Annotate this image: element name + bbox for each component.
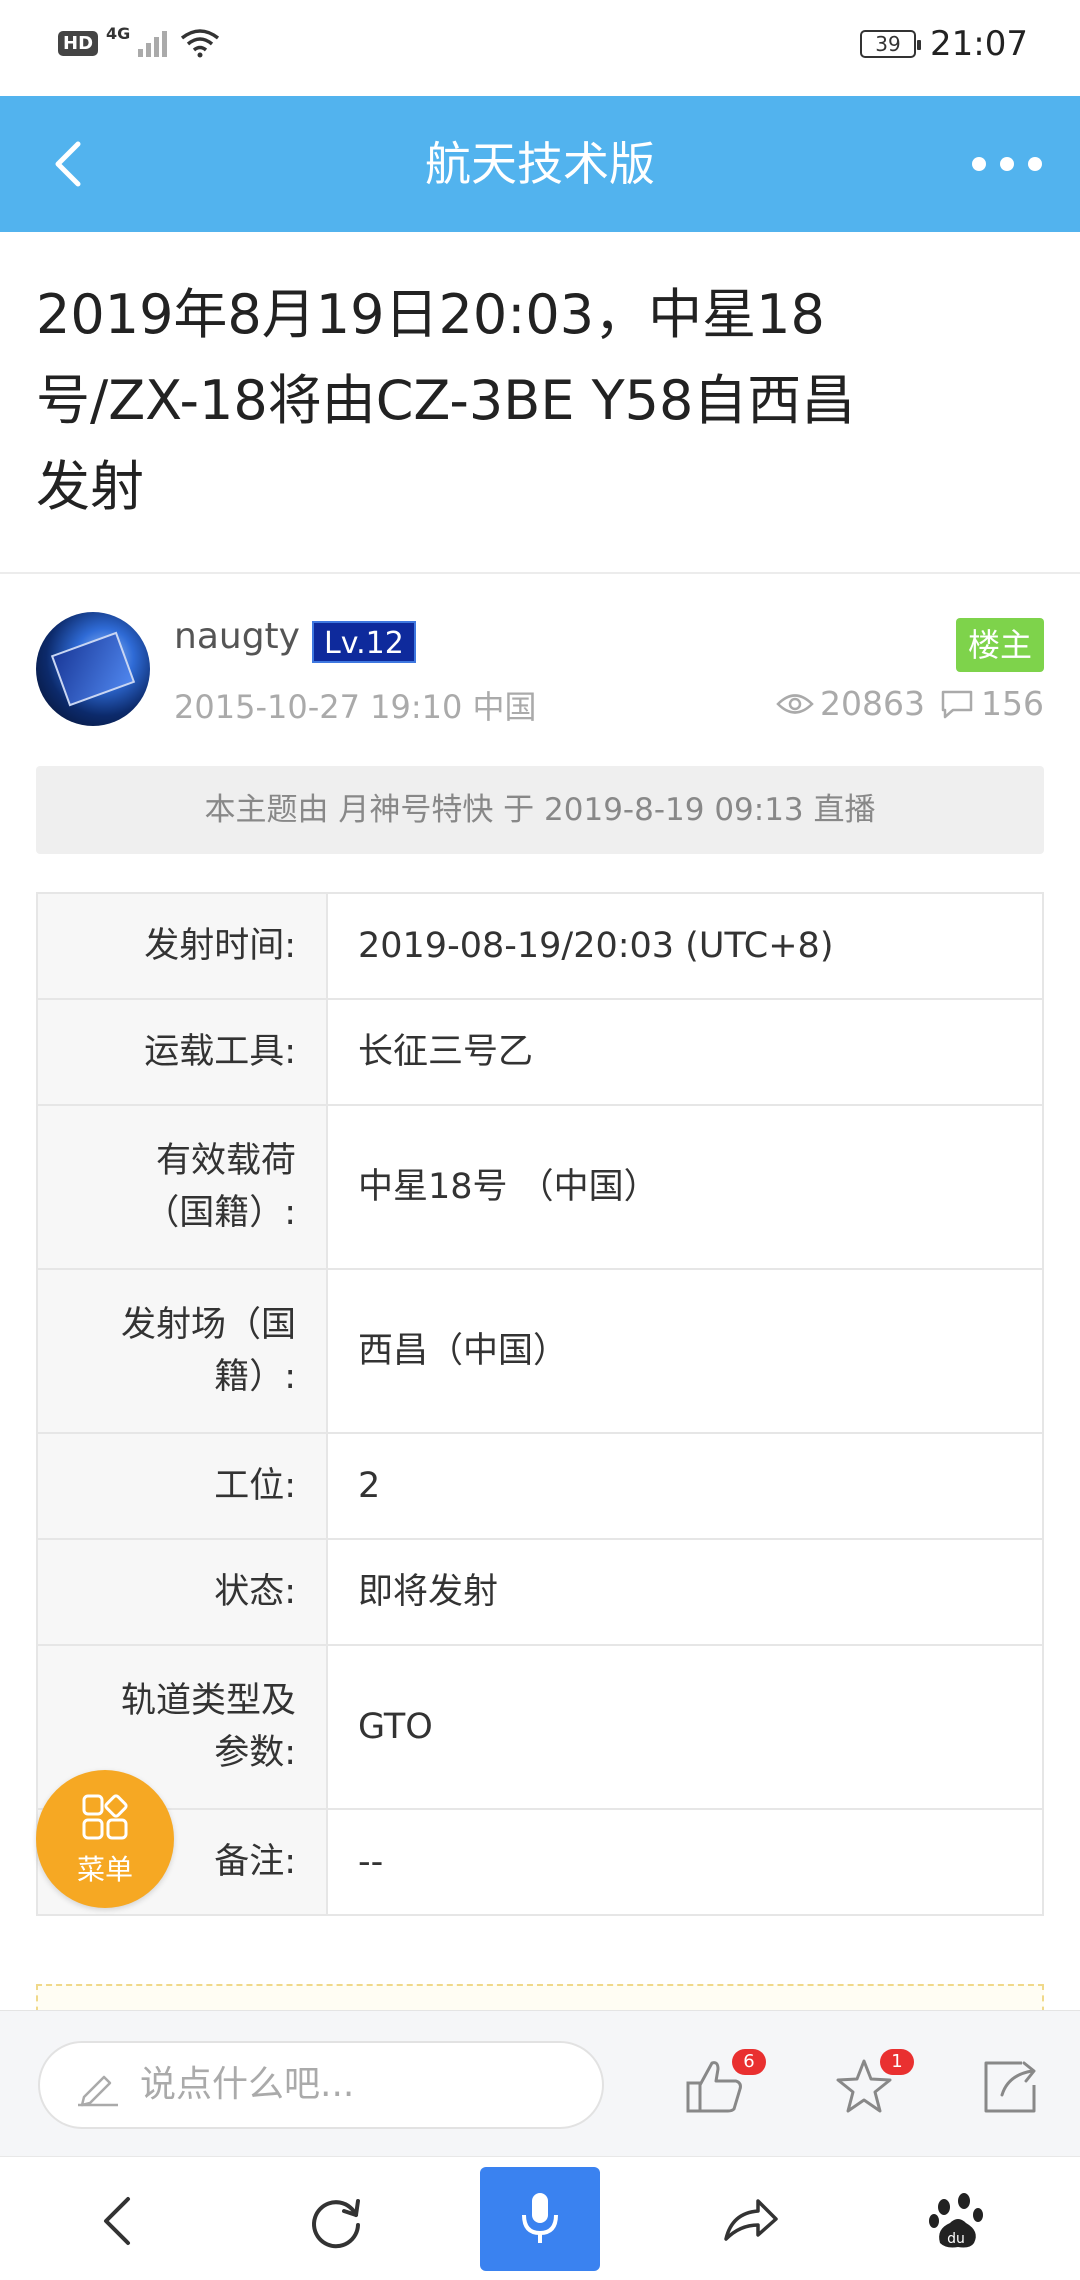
share-button[interactable] [978, 2055, 1042, 2119]
table-key: 发射场（国 籍）: [36, 1268, 328, 1434]
network-type: 4G [106, 23, 131, 43]
forward-arrow-icon [724, 2199, 778, 2241]
table-row: 轨道类型及 参数: GTO [36, 1644, 1044, 1810]
menu-fab[interactable]: 菜单 [36, 1770, 174, 1908]
post-meta: 2015-10-27 19:10 中国 [174, 682, 537, 728]
post-location: 中国 [472, 688, 537, 726]
comment-bar: 说点什么吧... 6 1 [0, 2010, 1080, 2156]
post-title-line: 发射 [36, 455, 144, 518]
comment-icon [941, 690, 973, 718]
views-stat: 20863 [776, 684, 925, 723]
post-title: 2019年8月19日20:03，中星18 号/ZX-18将由CZ-3BE Y58… [36, 272, 1046, 530]
like-count-badge: 6 [732, 2049, 766, 2075]
refresh-icon [312, 2199, 360, 2249]
signal-icon [138, 31, 168, 57]
microphone-icon [522, 2193, 558, 2243]
replies-count: 156 [981, 684, 1044, 723]
op-badge: 楼主 [955, 618, 1044, 672]
table-row: 有效载荷 （国籍）: 中星18号 （中国） [36, 1104, 1044, 1270]
table-row: 运载工具: 长征三号乙 [36, 998, 1044, 1106]
avatar[interactable] [36, 612, 150, 726]
menu-fab-label: 菜单 [76, 1853, 133, 1886]
refresh-button[interactable] [304, 2189, 368, 2253]
live-notice: 本主题由 月神号特快 于 2019-8-19 09:13 直播 [36, 766, 1044, 854]
wifi-icon [181, 29, 220, 58]
table-row: 备注: -- [36, 1808, 1044, 1916]
battery-icon: 39 [860, 30, 922, 58]
table-row: 发射时间: 2019-08-19/20:03 (UTC+8) [36, 892, 1044, 1000]
favorite-count-badge: 1 [880, 2049, 914, 2075]
browser-back-button[interactable] [88, 2189, 152, 2253]
replies-stat: 156 [939, 684, 1044, 723]
post-title-line: 2019年8月19日20:03，中星18 [36, 283, 825, 346]
level-badge: Lv.12 [312, 621, 416, 663]
like-button[interactable]: 6 [684, 2049, 766, 2119]
table-value: 即将发射 [326, 1538, 1044, 1646]
app-header: 航天技术版 [0, 96, 1080, 232]
status-right: 39 21:07 [860, 24, 1028, 64]
more-dot [1028, 157, 1042, 171]
more-button[interactable] [972, 142, 1042, 186]
chevron-left-icon [104, 2197, 130, 2245]
forward-share-button[interactable] [718, 2189, 782, 2253]
baidu-paw-icon: du [929, 2193, 983, 2248]
table-key: 发射时间: [36, 892, 328, 1000]
voice-search-button[interactable] [480, 2167, 600, 2271]
grid-menu-icon [82, 1794, 128, 1840]
eye-icon [776, 693, 814, 714]
more-dot [1000, 157, 1014, 171]
hd-indicator: HD [58, 30, 99, 56]
more-dot [972, 157, 986, 171]
favorite-button[interactable]: 1 [832, 2049, 914, 2119]
avatar-satellite-image [50, 631, 136, 707]
table-key: 工位: [36, 1432, 328, 1540]
table-value: 2019-08-19/20:03 (UTC+8) [326, 892, 1044, 1000]
comment-placeholder: 说点什么吧... [140, 2064, 355, 2105]
post-title-line: 号/ZX-18将由CZ-3BE Y58自西昌 [36, 369, 856, 432]
table-row: 状态: 即将发射 [36, 1538, 1044, 1646]
table-row: 工位: 2 [36, 1432, 1044, 1540]
browser-nav-bar: du [0, 2156, 1080, 2280]
table-value: 长征三号乙 [326, 998, 1044, 1106]
table-value: -- [326, 1808, 1044, 1916]
baidu-button[interactable]: du [926, 2189, 990, 2253]
post-stats: 20863 156 [776, 684, 1044, 723]
table-row: 发射场（国 籍）: 西昌（中国） [36, 1268, 1044, 1434]
launch-info-table: 发射时间: 2019-08-19/20:03 (UTC+8) 运载工具: 长征三… [36, 892, 1044, 1916]
clock: 21:07 [930, 24, 1028, 64]
table-key: 状态: [36, 1538, 328, 1646]
post-date: 2015-10-27 19:10 [174, 688, 463, 726]
pencil-icon [78, 2075, 118, 2107]
status-left: HD 4G [58, 24, 220, 58]
views-count: 20863 [820, 684, 925, 723]
status-bar: HD 4G 39 21:07 [0, 0, 1080, 96]
comment-input[interactable]: 说点什么吧... [38, 2041, 604, 2129]
table-value: 2 [326, 1432, 1044, 1540]
table-key: 运载工具: [36, 998, 328, 1106]
table-value: GTO [326, 1644, 1044, 1810]
author-name[interactable]: naugty [174, 616, 300, 657]
table-value: 中星18号 （中国） [326, 1104, 1044, 1270]
divider [0, 572, 1080, 574]
share-icon [984, 2061, 1036, 2113]
table-key: 有效载荷 （国籍）: [36, 1104, 328, 1270]
svg-text:du: du [947, 2231, 965, 2247]
table-value: 西昌（中国） [326, 1268, 1044, 1434]
page-title: 航天技术版 [425, 137, 655, 191]
